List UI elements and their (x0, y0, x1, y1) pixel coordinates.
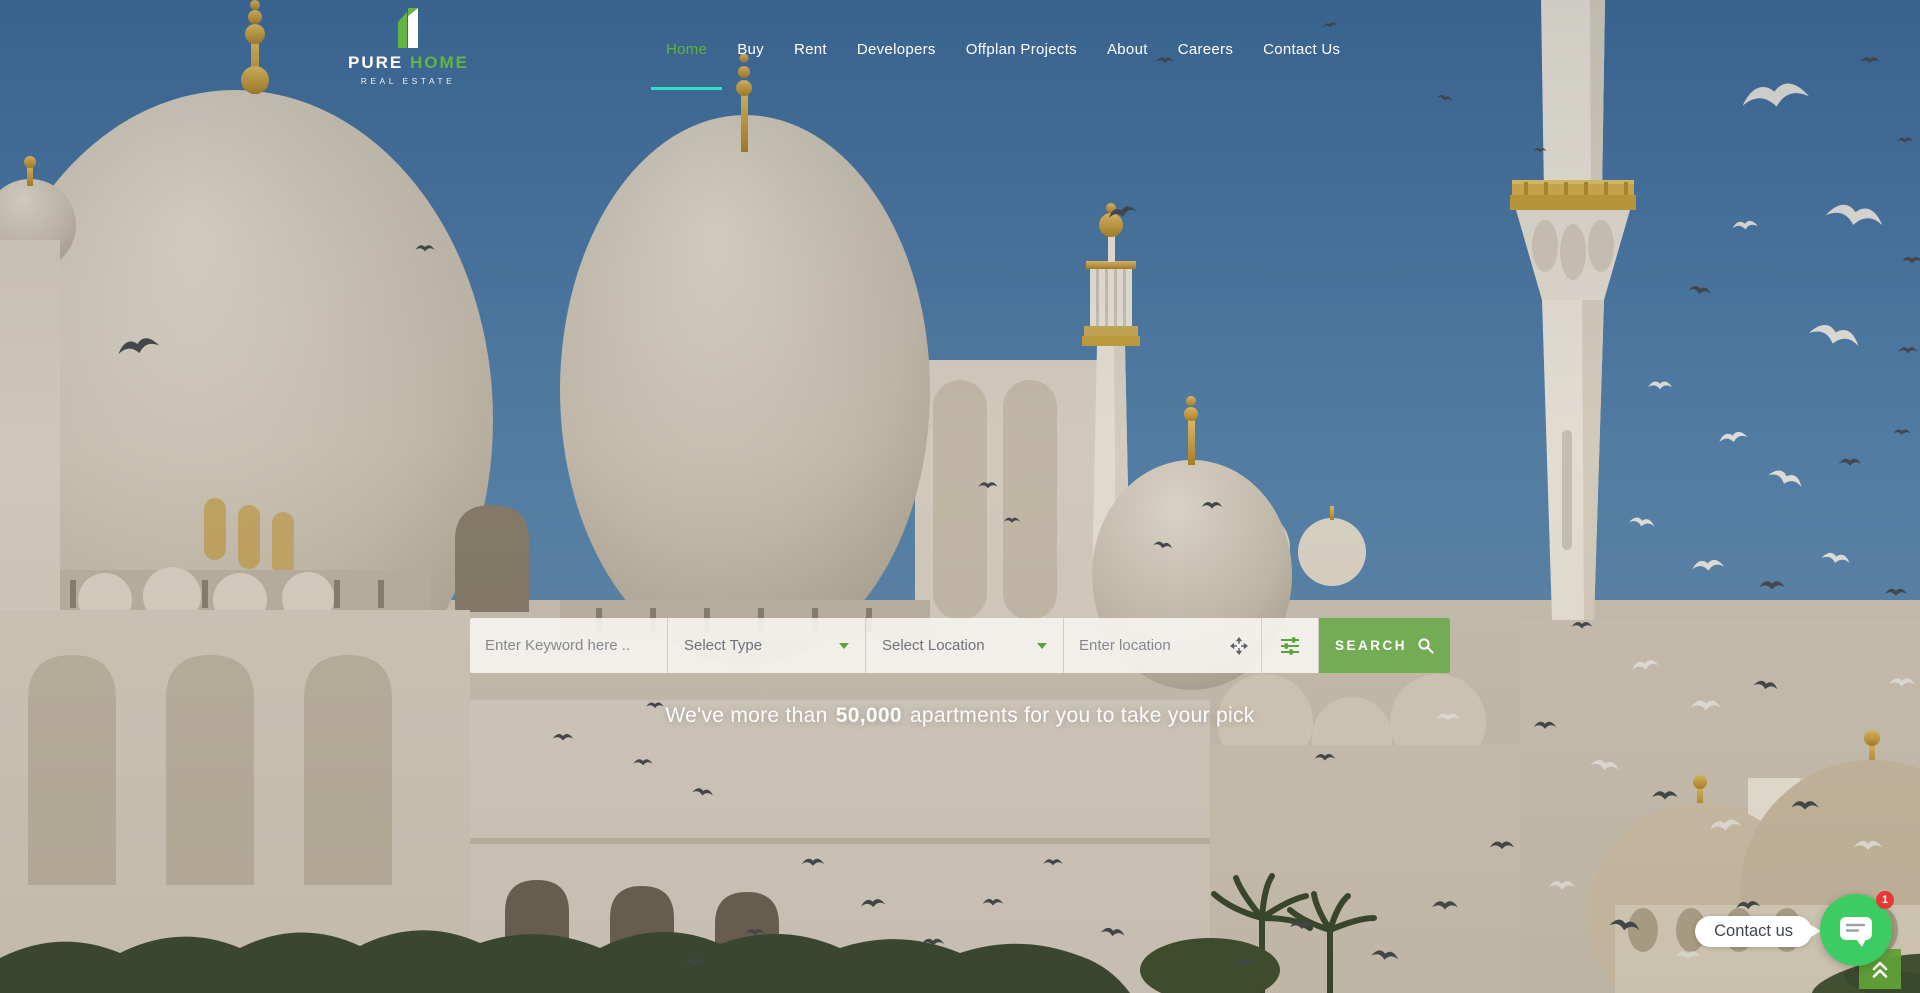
chat-label-text: Contact us (1714, 922, 1793, 941)
magnifier-icon (1417, 637, 1434, 654)
search-button[interactable]: SEARCH (1319, 618, 1450, 673)
brand-subtitle: REAL ESTATE (348, 76, 468, 86)
property-search-bar: Select Type Select Location (470, 618, 1450, 673)
brand-name-accent: HOME (410, 53, 469, 72)
chat-notification-badge: 1 (1876, 891, 1894, 909)
caret-down-icon (839, 643, 849, 649)
nav-item-contact-us[interactable]: Contact Us (1263, 41, 1340, 58)
hero-subtitle-count: 50,000 (836, 704, 902, 727)
chat-bubble-icon (1837, 913, 1875, 947)
keyword-field (470, 618, 668, 673)
type-select-value: Select Type (668, 637, 762, 654)
chat-button[interactable]: 1 (1820, 894, 1892, 966)
advanced-filters-button[interactable] (1262, 618, 1319, 673)
sliders-filter-icon (1280, 636, 1300, 656)
hero-section: PURE HOME REAL ESTATE Home Buy Rent Deve… (0, 0, 1920, 993)
keyword-input[interactable] (470, 618, 667, 673)
nav-item-rent[interactable]: Rent (794, 41, 827, 58)
double-chevron-up-icon (1870, 960, 1890, 979)
brand-logo-icon (395, 4, 421, 48)
nav-item-offplan-projects[interactable]: Offplan Projects (966, 41, 1077, 58)
nav-item-buy[interactable]: Buy (737, 41, 764, 58)
chat-label[interactable]: Contact us (1695, 916, 1812, 947)
brand-logo[interactable]: PURE HOME REAL ESTATE (348, 4, 468, 86)
search-button-label: SEARCH (1335, 638, 1407, 653)
crosshair-locate-icon[interactable] (1230, 637, 1248, 655)
nav-item-home[interactable]: Home (666, 41, 707, 58)
location-select[interactable]: Select Location (866, 618, 1064, 673)
main-nav: Home Buy Rent Developers Offplan Project… (666, 0, 1340, 98)
nav-item-developers[interactable]: Developers (857, 41, 936, 58)
location-select-value: Select Location (866, 637, 985, 654)
hero-subtitle-suffix: apartments for you to take your pick (910, 704, 1255, 727)
location-field (1064, 618, 1262, 673)
brand-name-primary: PURE (348, 53, 403, 72)
type-select[interactable]: Select Type (668, 618, 866, 673)
caret-down-icon (1037, 643, 1047, 649)
hero-subtitle: We've more than 50,000 apartments for yo… (0, 704, 1920, 728)
hero-background-image (0, 0, 1920, 993)
nav-item-about[interactable]: About (1107, 41, 1148, 58)
hero-subtitle-prefix: We've more than (665, 704, 827, 727)
brand-name: PURE HOME (348, 53, 468, 73)
nav-item-careers[interactable]: Careers (1178, 41, 1233, 58)
